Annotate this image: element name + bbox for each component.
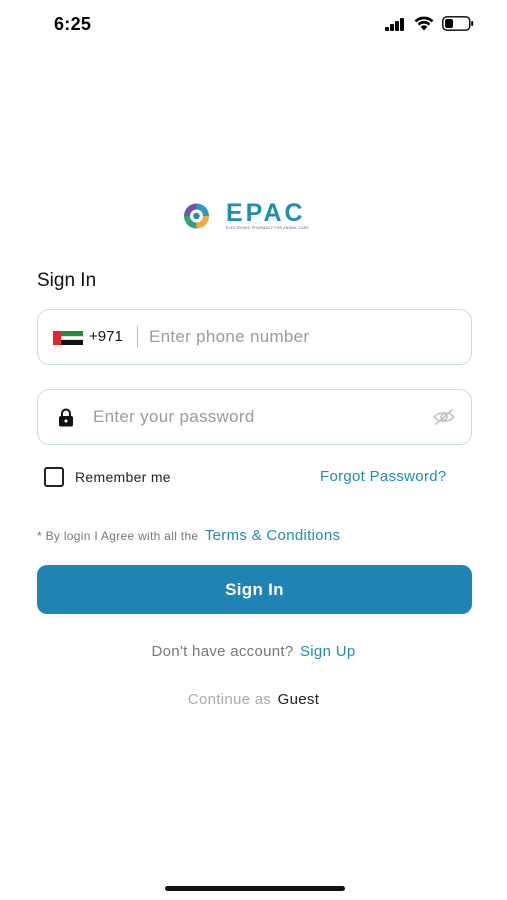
logo-wordmark: EPAC	[226, 199, 306, 227]
status-bar: 6:25	[0, 0, 507, 48]
password-field[interactable]	[37, 389, 472, 445]
sign-in-button[interactable]: Sign In	[37, 565, 472, 614]
continue-as-guest-link[interactable]: Guest	[278, 691, 320, 708]
password-input[interactable]	[93, 402, 413, 432]
terms-notice: * By login I Agree with all the Terms & …	[37, 527, 340, 545]
terms-prefix: * By login I Agree with all the	[37, 529, 199, 543]
battery-icon	[442, 16, 474, 31]
status-time: 6:25	[54, 14, 92, 34]
remember-me-checkbox[interactable]	[44, 467, 64, 487]
signup-prefix: Don't have account?	[151, 643, 294, 660]
field-divider	[137, 326, 138, 348]
home-indicator[interactable]	[165, 886, 345, 891]
cellular-signal-icon	[385, 18, 405, 31]
uae-flag-icon[interactable]	[53, 331, 83, 345]
logo-mark-icon	[183, 203, 210, 229]
phone-field[interactable]: +971	[37, 309, 472, 365]
forgot-password-link[interactable]: Forgot Password?	[320, 468, 447, 485]
country-dial-code[interactable]: +971	[89, 328, 123, 345]
wifi-icon	[414, 16, 434, 31]
lock-icon	[59, 408, 73, 427]
guest-prompt: Continue as Guest	[0, 691, 507, 708]
logo-tagline: ELECTRONIC PHARMACY FOR ANIMAL CARE	[226, 226, 310, 230]
epac-logo: EPAC ELECTRONIC PHARMACY FOR ANIMAL CARE	[180, 199, 320, 233]
guest-prefix: Continue as	[187, 691, 272, 708]
sign-up-link[interactable]: Sign Up	[300, 643, 355, 660]
eye-off-icon[interactable]	[433, 408, 455, 426]
terms-link[interactable]: Terms & Conditions	[205, 527, 340, 544]
phone-input[interactable]	[149, 322, 449, 352]
remember-me-label[interactable]: Remember me	[75, 469, 171, 485]
signup-prompt: Don't have account? Sign Up	[0, 643, 507, 660]
page-title: Sign In	[37, 270, 97, 291]
